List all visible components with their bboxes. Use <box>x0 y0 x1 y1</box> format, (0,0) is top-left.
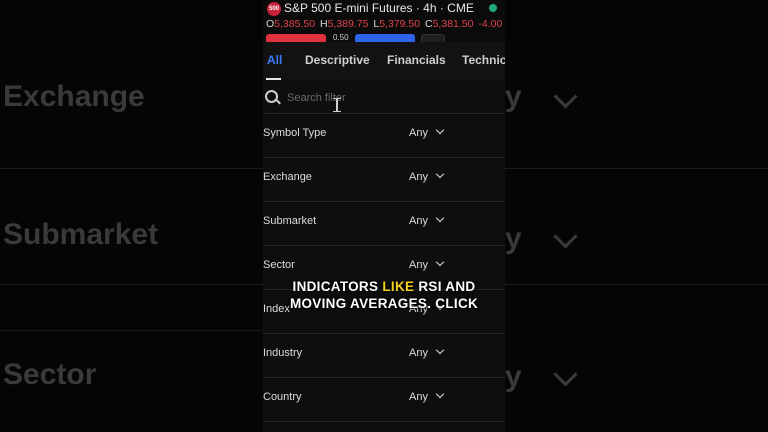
bg-value-text: y <box>505 222 522 255</box>
filter-value-dropdown[interactable]: Any <box>409 215 428 227</box>
filter-label: Industry <box>263 347 303 359</box>
caption-line-1: INDICATORS LIKE RSI AND <box>263 278 505 295</box>
symbol-header: 500 S&P 500 E-mini Futures · 4h · CME O5… <box>263 0 505 46</box>
open-label: O <box>266 18 275 30</box>
symbol-logo: 500 <box>267 2 281 16</box>
bg-chevron-icon <box>553 84 578 109</box>
filter-label: Submarket <box>263 215 317 227</box>
open-value: 5,385.50 <box>274 18 316 30</box>
symbol-title[interactable]: S&P 500 E-mini Futures · 4h · CME <box>284 1 474 15</box>
filter-value-dropdown[interactable]: Any <box>409 347 428 359</box>
filter-row-symbol-type[interactable]: Symbol Type Any <box>263 113 505 158</box>
filter-label: Exchange <box>263 171 312 183</box>
screener-filter-panel: 500 S&P 500 E-mini Futures · 4h · CME O5… <box>263 0 505 432</box>
chevron-down-icon[interactable] <box>435 389 445 399</box>
filter-row-country[interactable]: Country Any <box>263 377 505 422</box>
high-label: H <box>319 18 328 30</box>
close-label: C <box>425 18 433 30</box>
bg-exchange-label: Exchange <box>3 80 145 113</box>
video-caption: INDICATORS LIKE RSI AND MOVING AVERAGES.… <box>263 278 505 312</box>
background-right: y y y <box>505 0 768 432</box>
caption-text: RSI AND <box>414 279 476 294</box>
filter-row-submarket[interactable]: Submarket Any <box>263 201 505 246</box>
filter-tabs: All Descriptive Financials Technica <box>263 42 505 80</box>
chevron-down-icon[interactable] <box>435 169 445 179</box>
background-left: Exchange Submarket Sector <box>0 0 768 432</box>
bg-divider <box>505 168 768 169</box>
bg-submarket-label: Submarket <box>3 218 159 251</box>
filter-row-industry[interactable]: Industry Any <box>263 333 505 378</box>
bg-chevron-icon <box>553 224 578 249</box>
filter-value-dropdown[interactable]: Any <box>409 259 428 271</box>
filter-value-dropdown[interactable]: Any <box>409 171 428 183</box>
spread-value: 0.50 <box>333 33 349 42</box>
change-value: -4.00 <box>478 18 503 30</box>
filter-value-dropdown[interactable]: Any <box>409 127 428 139</box>
chevron-down-icon[interactable] <box>435 257 445 267</box>
ohlc-readout: O5,385.50 H5,389.75 L5,379.50 C5,381.50 … <box>266 18 504 30</box>
filter-value-dropdown[interactable]: Any <box>409 391 428 403</box>
tab-technicals[interactable]: Technica <box>462 53 505 67</box>
search-icon <box>265 90 278 103</box>
caption-text: INDICATORS <box>292 279 383 294</box>
low-value: 5,379.50 <box>379 18 421 30</box>
high-value: 5,389.75 <box>327 18 369 30</box>
filter-label: Symbol Type <box>263 127 327 139</box>
caption-line-2: MOVING AVERAGES. CLICK <box>289 296 479 311</box>
bg-value-text: y <box>505 80 522 113</box>
market-status-icon <box>489 4 497 12</box>
bg-chevron-icon <box>553 362 578 387</box>
bg-divider <box>505 284 768 285</box>
bg-sector-label: Sector <box>3 358 97 391</box>
caption-highlight: LIKE <box>382 279 415 294</box>
tab-descriptive[interactable]: Descriptive <box>305 53 370 67</box>
filter-label: Country <box>263 391 302 403</box>
tab-all[interactable]: All <box>267 53 282 67</box>
filter-label: Sector <box>263 259 295 271</box>
chevron-down-icon[interactable] <box>435 125 445 135</box>
chevron-down-icon[interactable] <box>435 345 445 355</box>
tab-financials[interactable]: Financials <box>387 53 446 67</box>
bg-value-text: y <box>505 360 522 393</box>
text-cursor-icon <box>333 98 341 112</box>
search-input[interactable] <box>285 88 489 108</box>
filter-row-exchange[interactable]: Exchange Any <box>263 157 505 202</box>
search-bar <box>263 80 505 114</box>
close-value: 5,381.50 <box>432 18 474 30</box>
chevron-down-icon[interactable] <box>435 213 445 223</box>
